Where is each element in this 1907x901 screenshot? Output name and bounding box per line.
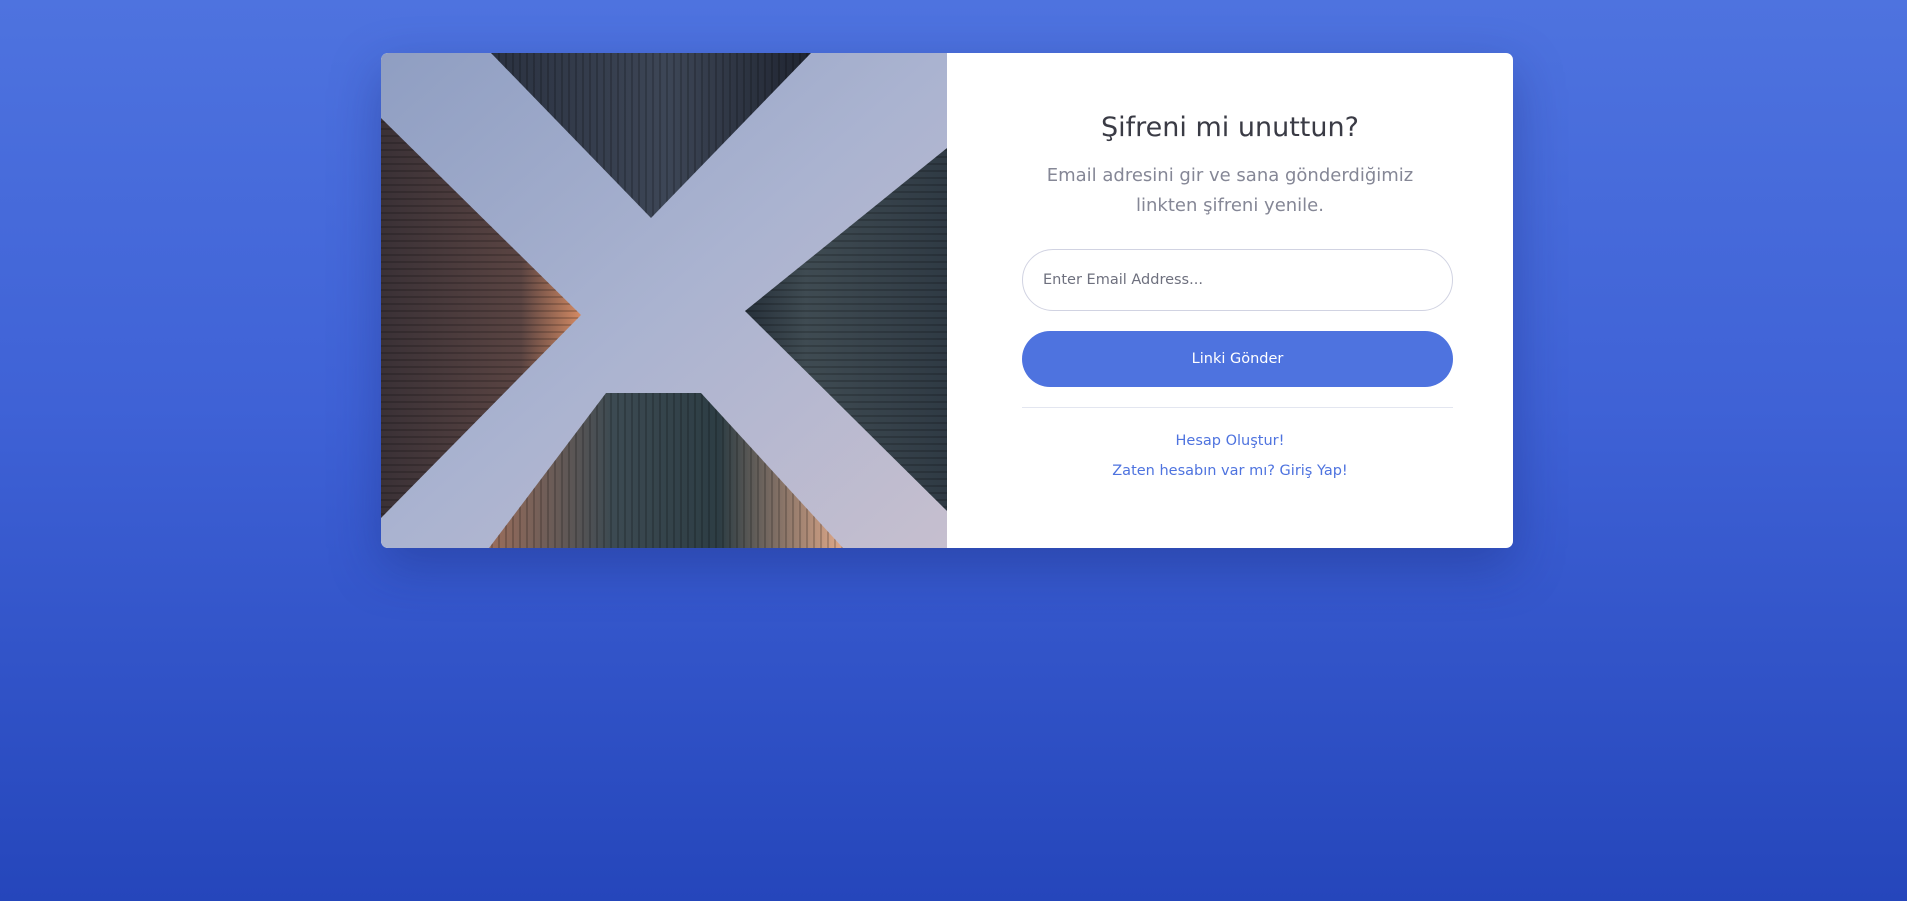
send-link-button[interactable]: Linki Gönder: [1022, 331, 1453, 387]
divider: [1022, 407, 1453, 408]
login-link[interactable]: Zaten hesabın var mı? Giriş Yap!: [947, 463, 1513, 479]
form-panel: Şifreni mi unuttun? Email adresini gir v…: [947, 53, 1513, 548]
page-subtitle: Email adresini gir ve sana gönderdiğimiz…: [1046, 165, 1414, 216]
forgot-password-card: Şifreni mi unuttun? Email adresini gir v…: [381, 53, 1513, 548]
page-title: Şifreni mi unuttun?: [1101, 112, 1359, 143]
email-input[interactable]: [1022, 249, 1453, 311]
create-account-link[interactable]: Hesap Oluştur!: [947, 433, 1513, 449]
skyscrapers-image: [381, 53, 947, 548]
